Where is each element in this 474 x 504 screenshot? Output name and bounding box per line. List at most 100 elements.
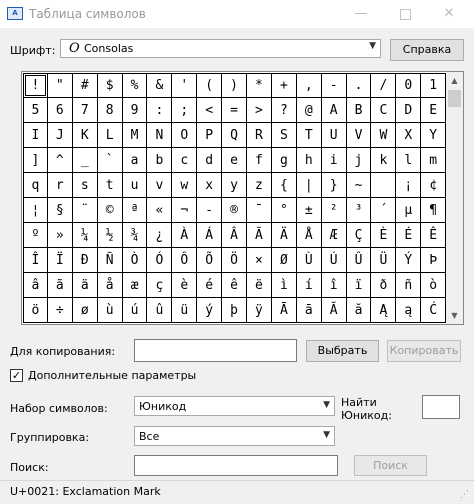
character-cell[interactable]: Q	[222, 123, 248, 148]
character-cell[interactable]: -	[321, 73, 347, 98]
character-cell[interactable]: º	[23, 223, 48, 248]
character-cell[interactable]: ë	[247, 273, 272, 298]
character-cell[interactable]: .	[346, 73, 372, 98]
character-cell[interactable]: ª	[122, 198, 148, 223]
character-cell[interactable]: ]	[23, 148, 48, 173]
character-cell[interactable]: <	[197, 98, 223, 123]
character-cell[interactable]: Ć	[421, 298, 447, 323]
character-cell[interactable]: ð	[371, 273, 397, 298]
character-cell[interactable]: ö	[23, 298, 48, 323]
character-cell[interactable]: ă	[346, 298, 372, 323]
character-cell[interactable]: *	[247, 73, 272, 98]
character-cell[interactable]: Å	[296, 223, 322, 248]
character-cell[interactable]: h	[296, 148, 322, 173]
character-cell[interactable]: ¡	[396, 173, 422, 198]
character-cell[interactable]: 1	[421, 73, 447, 98]
character-cell[interactable]: 5	[23, 98, 48, 123]
vertical-scrollbar[interactable]: ▲ ▼	[446, 72, 463, 324]
character-cell[interactable]: ñ	[396, 273, 422, 298]
character-cell[interactable]: D	[396, 98, 422, 123]
character-cell[interactable]: A	[321, 98, 347, 123]
character-cell[interactable]: r	[47, 173, 73, 198]
resize-grip-icon[interactable]: ⋰	[460, 490, 471, 501]
character-cell[interactable]: ÿ	[247, 298, 272, 323]
advanced-options-checkbox[interactable]: ✓	[10, 369, 23, 382]
character-cell[interactable]: ä	[72, 273, 98, 298]
character-cell[interactable]: L	[97, 123, 123, 148]
character-cell[interactable]: ù	[97, 298, 123, 323]
character-cell[interactable]: ý	[197, 298, 223, 323]
character-cell[interactable]: m	[421, 148, 447, 173]
character-cell[interactable]: "	[47, 73, 73, 98]
character-grid[interactable]: ! " # $% & '() * +, -./0 1 5 6 7 8 9:; < = >? @ A B C D E I J K L M N…	[23, 73, 447, 323]
character-cell[interactable]: /	[371, 73, 397, 98]
character-cell[interactable]: Ò	[122, 248, 148, 273]
character-cell[interactable]: b	[147, 148, 173, 173]
character-cell[interactable]: ®	[222, 198, 248, 223]
character-cell[interactable]: ¦	[23, 198, 48, 223]
character-cell[interactable]: t	[97, 173, 123, 198]
character-cell[interactable]: À	[172, 223, 198, 248]
character-cell[interactable]: J	[47, 123, 73, 148]
character-cell[interactable]: Â	[222, 223, 248, 248]
character-cell[interactable]: Ç	[346, 223, 372, 248]
character-cell[interactable]: |	[296, 173, 322, 198]
character-cell[interactable]: @	[296, 98, 322, 123]
character-cell[interactable]: Ý	[396, 248, 422, 273]
character-cell[interactable]: W	[371, 123, 397, 148]
character-cell[interactable]: !	[23, 73, 48, 98]
character-cell[interactable]: ü	[172, 298, 198, 323]
character-cell[interactable]: Þ	[421, 248, 447, 273]
character-cell[interactable]: Ù	[296, 248, 322, 273]
character-cell[interactable]: S	[271, 123, 297, 148]
character-cell[interactable]: u	[122, 173, 148, 198]
character-cell[interactable]: Ã	[247, 223, 272, 248]
character-cell[interactable]: ç	[147, 273, 173, 298]
character-cell[interactable]: {	[271, 173, 297, 198]
character-cell[interactable]: 0	[396, 73, 422, 98]
character-cell[interactable]: =	[222, 98, 248, 123]
character-cell[interactable]: 9	[122, 98, 148, 123]
font-dropdown[interactable]: O Consolas ▼	[60, 39, 381, 58]
character-cell[interactable]: O	[172, 123, 198, 148]
character-cell[interactable]: P	[197, 123, 223, 148]
scrollbar-thumb[interactable]	[448, 90, 461, 107]
character-cell[interactable]: É	[396, 223, 422, 248]
character-cell[interactable]: `	[97, 148, 123, 173]
character-cell[interactable]: Ô	[172, 248, 198, 273]
character-cell[interactable]: :	[147, 98, 173, 123]
grouping-dropdown[interactable]: Все ▼	[134, 426, 335, 446]
character-cell[interactable]: È	[371, 223, 397, 248]
character-cell[interactable]: Ü	[371, 248, 397, 273]
character-cell[interactable]: R	[247, 123, 272, 148]
character-cell[interactable]: g	[271, 148, 297, 173]
character-cell[interactable]: V	[346, 123, 372, 148]
character-cell[interactable]: â	[23, 273, 48, 298]
character-cell[interactable]: ê	[222, 273, 248, 298]
character-cell[interactable]: I	[23, 123, 48, 148]
search-input[interactable]	[134, 455, 338, 476]
character-cell[interactable]: #	[72, 73, 98, 98]
character-cell[interactable]: w	[172, 173, 198, 198]
character-cell[interactable]: Á	[197, 223, 223, 248]
character-cell[interactable]: ą	[396, 298, 422, 323]
character-cell[interactable]: K	[72, 123, 98, 148]
character-cell[interactable]: d	[197, 148, 223, 173]
character-cell[interactable]: §	[47, 198, 73, 223]
character-cell[interactable]: Õ	[197, 248, 223, 273]
character-cell[interactable]: ā	[296, 298, 322, 323]
character-cell[interactable]: a	[122, 148, 148, 173]
character-cell[interactable]: ³	[346, 198, 372, 223]
character-cell[interactable]: %	[122, 73, 148, 98]
character-cell[interactable]: ¨	[72, 198, 98, 223]
character-cell[interactable]: ¾	[122, 223, 148, 248]
character-cell[interactable]: _	[72, 148, 98, 173]
character-cell[interactable]: q	[23, 173, 48, 198]
character-cell[interactable]: Ï	[47, 248, 73, 273]
character-cell[interactable]: °	[271, 198, 297, 223]
character-cell[interactable]: +	[271, 73, 297, 98]
copy-button[interactable]: Копировать	[387, 340, 461, 362]
character-cell[interactable]: z	[247, 173, 272, 198]
character-cell[interactable]: Ó	[147, 248, 173, 273]
advanced-options-label[interactable]: Дополнительные параметры	[28, 369, 196, 382]
